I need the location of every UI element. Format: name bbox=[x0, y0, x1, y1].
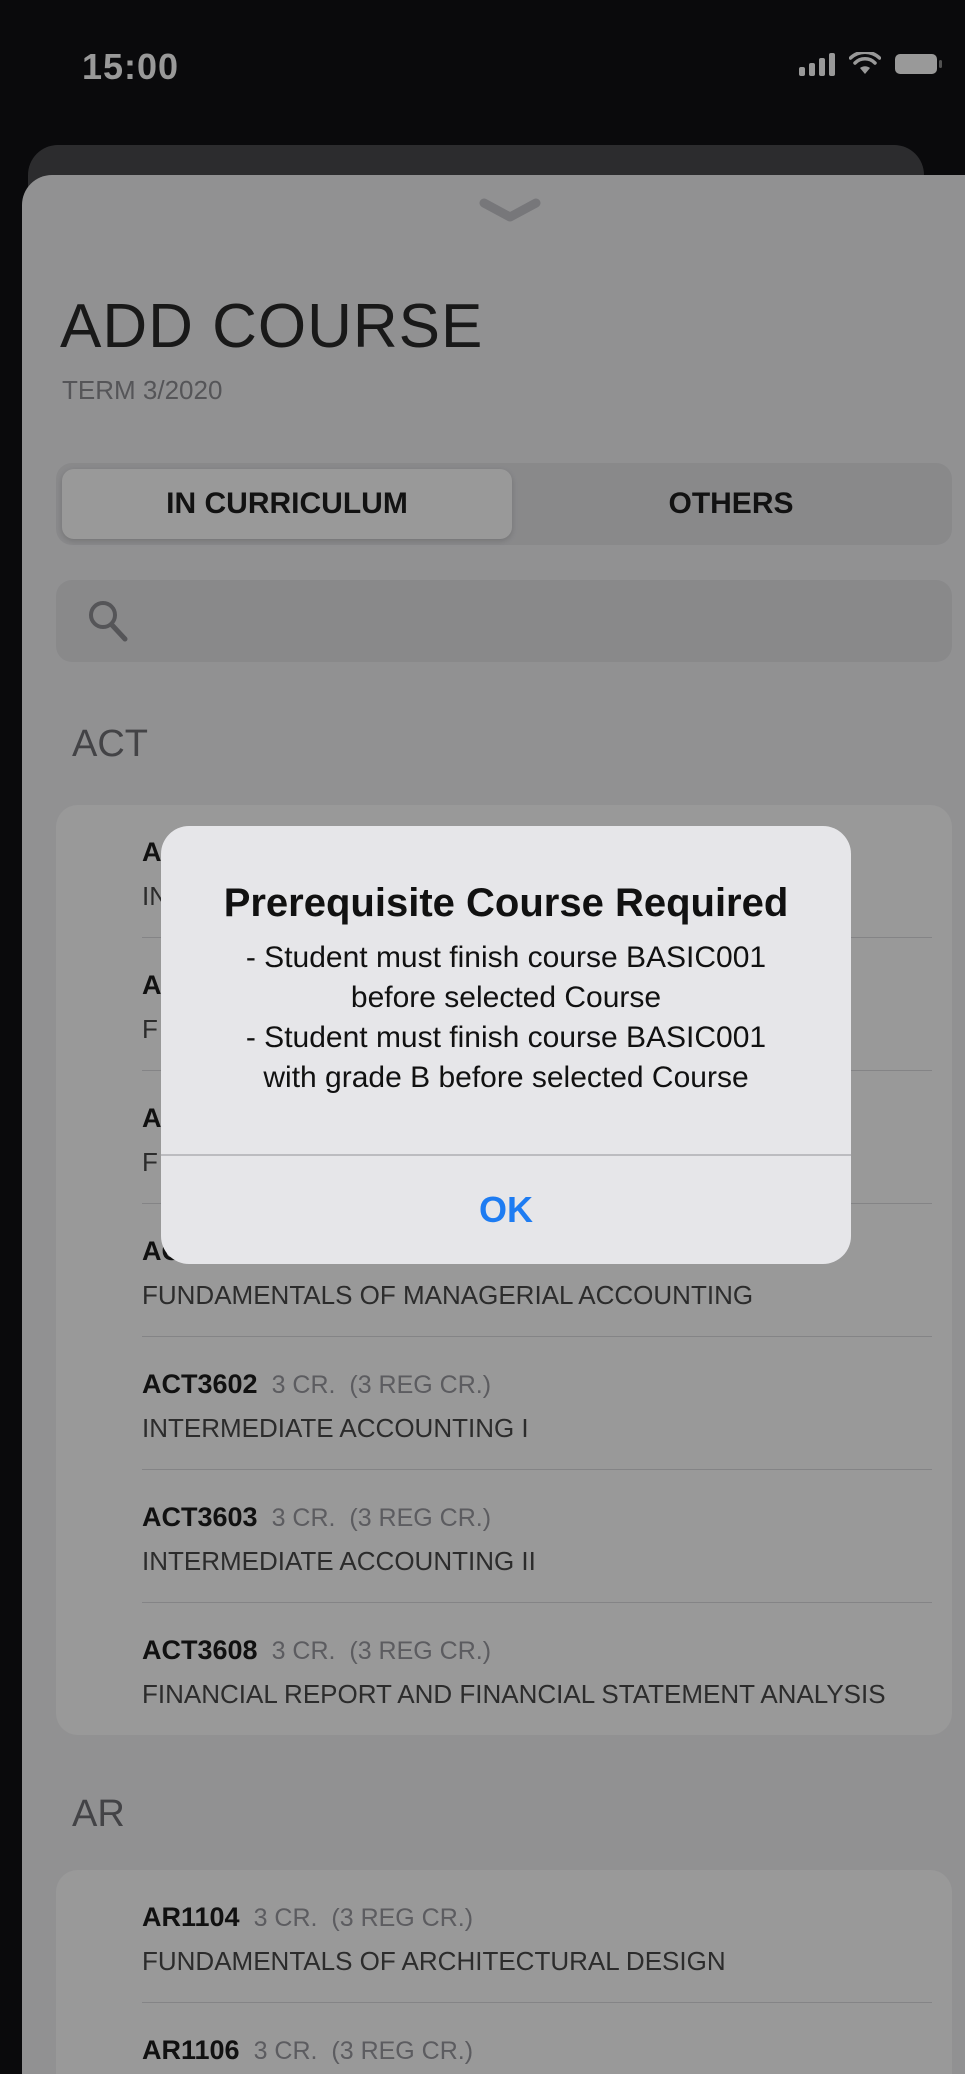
ok-button[interactable]: OK bbox=[161, 1156, 851, 1264]
prerequisite-alert: Prerequisite Course Required - Student m… bbox=[161, 826, 851, 1264]
alert-title: Prerequisite Course Required bbox=[223, 881, 789, 925]
alert-message: - Student must finish course BASIC001 be… bbox=[245, 941, 767, 1094]
